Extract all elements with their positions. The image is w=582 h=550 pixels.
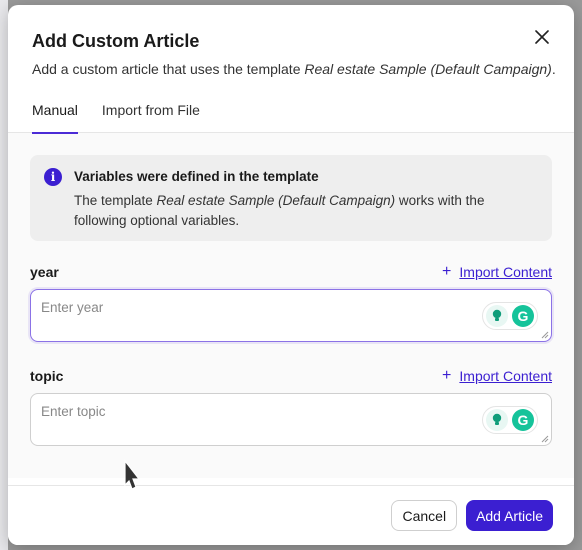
subtitle-template-name: Real estate Sample (Default Campaign)	[304, 61, 552, 77]
field-topic-header: topic + Import Content	[30, 367, 552, 385]
subtitle-prefix: Add a custom article that uses the templ…	[32, 61, 305, 77]
import-content-label: Import Content	[459, 264, 552, 280]
grammarly-icon[interactable]: G	[512, 305, 534, 327]
year-input[interactable]: Enter year	[30, 289, 552, 342]
info-callout: i Variables were defined in the template…	[30, 155, 552, 241]
import-content-label: Import Content	[459, 368, 552, 384]
close-icon	[535, 30, 549, 44]
resize-grip-icon[interactable]	[541, 435, 549, 443]
cancel-button[interactable]: Cancel	[391, 500, 458, 531]
extension-icons: G	[482, 302, 538, 330]
field-topic-input-wrap: Enter topic G	[30, 393, 552, 446]
tab-import-from-file[interactable]: Import from File	[102, 100, 200, 133]
plus-icon: +	[442, 367, 452, 384]
info-text: The template Real estate Sample (Default…	[74, 191, 538, 231]
tab-manual[interactable]: Manual	[32, 100, 78, 134]
add-article-button[interactable]: Add Article	[466, 500, 553, 531]
close-button[interactable]	[532, 27, 552, 47]
dialog-body: i Variables were defined in the template…	[8, 133, 574, 478]
info-text-prefix: The template	[74, 193, 157, 208]
dialog-subtitle: Add a custom article that uses the templ…	[32, 60, 556, 78]
page-backdrop	[0, 0, 8, 550]
import-content-topic-link[interactable]: + Import Content	[442, 367, 552, 385]
field-topic-label: topic	[30, 368, 64, 384]
tab-bar: Manual Import from File	[8, 100, 574, 134]
info-title: Variables were defined in the template	[74, 169, 319, 184]
plus-icon: +	[442, 263, 452, 280]
resize-grip-icon[interactable]	[541, 331, 549, 339]
field-year-header: year + Import Content	[30, 263, 552, 281]
field-year: year + Import Content Enter year G	[30, 263, 552, 342]
grammarly-icon[interactable]: G	[512, 409, 534, 431]
info-template-name: Real estate Sample (Default Campaign)	[156, 193, 396, 208]
dialog-title: Add Custom Article	[32, 31, 200, 51]
dialog-footer: Cancel Add Article	[8, 485, 574, 545]
subtitle-suffix: .	[551, 61, 556, 77]
lightbulb-icon[interactable]	[486, 409, 508, 431]
field-year-label: year	[30, 264, 59, 280]
extension-icons: G	[482, 406, 538, 434]
lightbulb-icon[interactable]	[486, 305, 508, 327]
mouse-cursor-icon	[124, 459, 141, 490]
import-content-year-link[interactable]: + Import Content	[442, 263, 552, 281]
topic-input[interactable]: Enter topic	[30, 393, 552, 446]
add-custom-article-dialog: Add Custom Article Add a custom article …	[8, 5, 574, 545]
field-topic: topic + Import Content Enter topic G	[30, 367, 552, 446]
info-icon: i	[44, 168, 62, 186]
dialog-header: Add Custom Article Add a custom article …	[8, 5, 574, 78]
field-year-input-wrap: Enter year G	[30, 289, 552, 342]
